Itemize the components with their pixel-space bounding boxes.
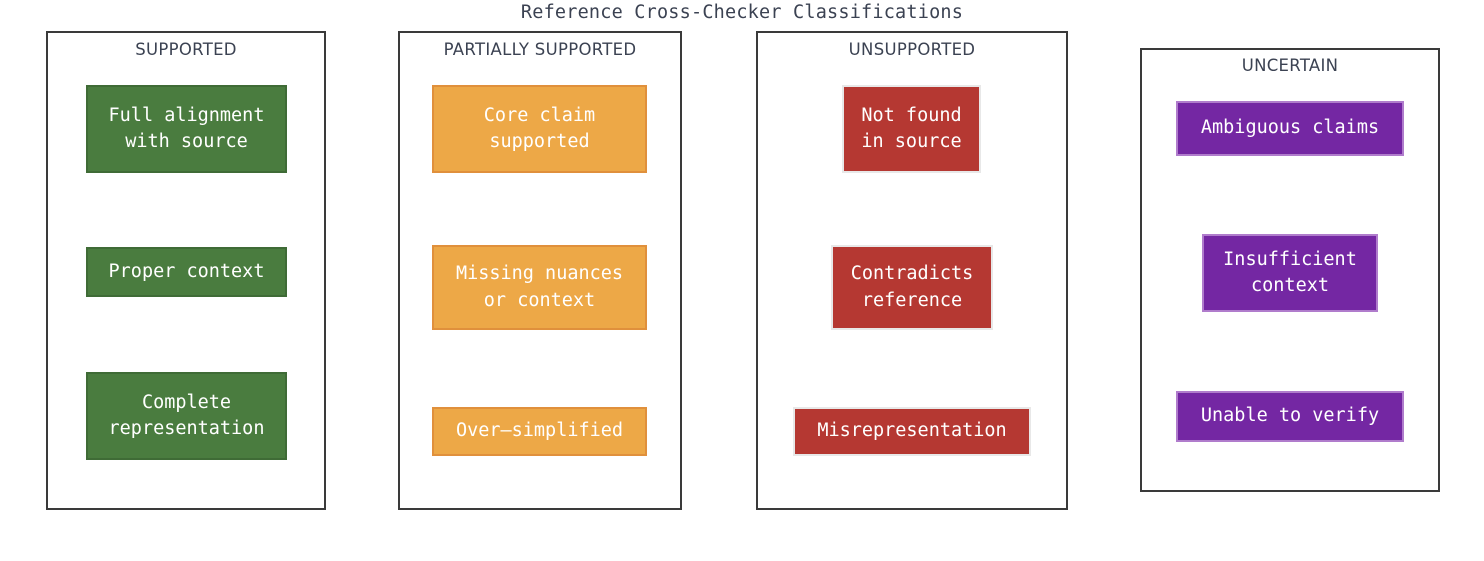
- category-header: SUPPORTED: [135, 40, 237, 59]
- classification-item[interactable]: Proper context: [86, 247, 287, 297]
- classification-item[interactable]: Contradicts reference: [831, 245, 993, 330]
- category-header: PARTIALLY SUPPORTED: [443, 40, 637, 59]
- classification-item[interactable]: Unable to verify: [1176, 391, 1404, 442]
- classification-item[interactable]: Core claim supported: [432, 85, 647, 173]
- category-header: UNCERTAIN: [1241, 56, 1339, 75]
- classification-item[interactable]: Not found in source: [842, 85, 981, 173]
- classification-item[interactable]: Full alignment with source: [86, 85, 287, 173]
- classification-item[interactable]: Ambiguous claims: [1176, 101, 1404, 156]
- classification-item[interactable]: Insufficient context: [1202, 234, 1378, 312]
- category-header: UNSUPPORTED: [848, 40, 976, 59]
- classification-item[interactable]: Missing nuances or context: [432, 245, 647, 330]
- classification-item[interactable]: Misrepresentation: [793, 407, 1031, 456]
- classification-item[interactable]: Over–simplified: [432, 407, 647, 456]
- page-title: Reference Cross-Checker Classifications: [520, 2, 964, 23]
- classification-item[interactable]: Complete representation: [86, 372, 287, 460]
